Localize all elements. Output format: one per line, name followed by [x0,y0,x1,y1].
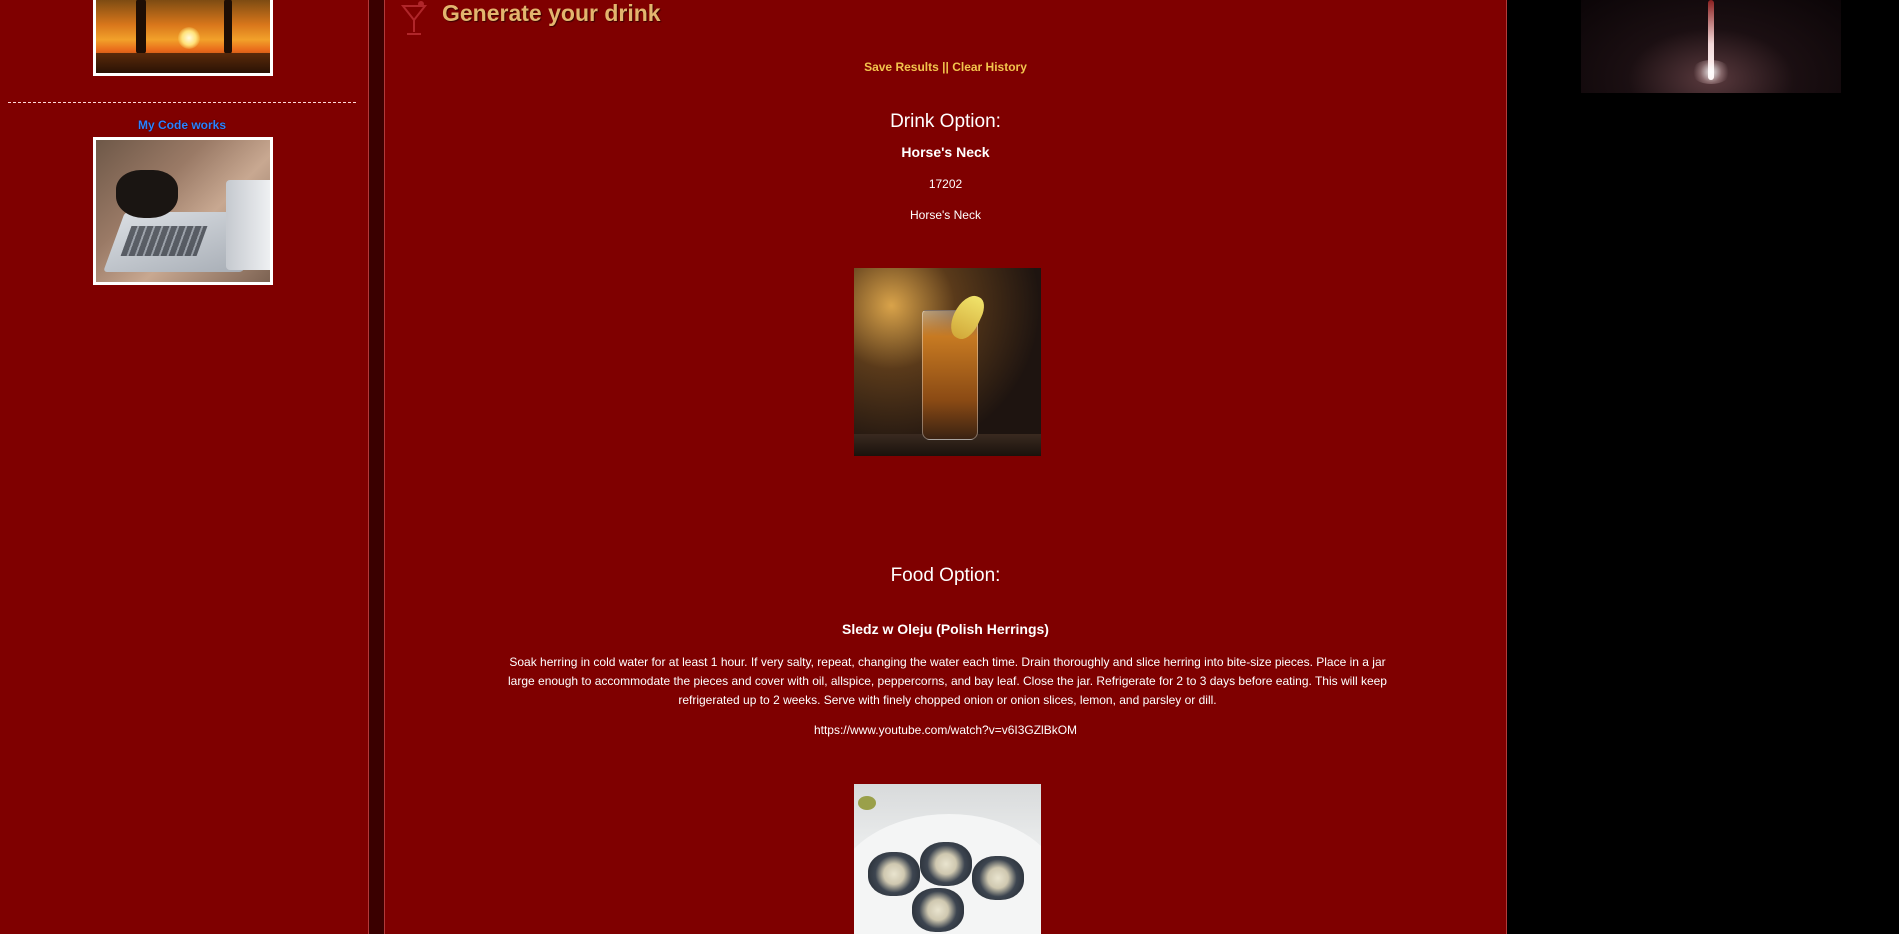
page: My Code works Generate your drink Save R… [0,0,1899,934]
person-silhouette [224,0,232,54]
herring-roll-graphic [972,856,1024,900]
main-panel: Generate your drink Save Results || Clea… [384,0,1507,934]
food-name: Sledz w Oleju (Polish Herrings) [842,621,1049,637]
sunset-thumbnail[interactable] [93,0,273,76]
herring-roll-graphic [920,842,972,886]
code-works-caption[interactable]: My Code works [0,118,364,132]
cocktail-glass-icon [400,1,428,35]
clear-history-link[interactable]: Clear History [952,60,1027,74]
sun-graphic [178,27,200,49]
drink-id: 17202 [928,177,963,191]
herring-roll-graphic [868,852,920,896]
light-glow-graphic [1691,60,1731,84]
herring-roll-graphic [912,888,964,932]
person-silhouette [136,0,146,54]
sidebar-gutter [369,0,384,934]
keyboard-graphic [120,226,208,256]
cat-laptop-thumbnail[interactable] [93,137,273,285]
food-section-heading: Food Option: [890,565,1001,586]
actions-separator: || [942,60,949,74]
decorative-light-image [1581,0,1841,93]
food-video-link[interactable]: https://www.youtube.com/watch?v=v6I3GZlB… [385,723,1506,737]
drink-name-secondary: Horse's Neck [910,208,981,222]
save-results-link[interactable]: Save Results [864,60,939,74]
page-title: Generate your drink [442,0,661,26]
food-photo [854,784,1041,934]
sidebar-divider [8,102,356,103]
food-instructions: Soak herring in cold water for at least … [508,655,1387,707]
olive-graphic [858,796,876,810]
horizon-graphic [96,53,270,73]
black-cat-graphic [116,170,178,218]
results-actions: Save Results || Clear History [385,60,1506,74]
left-sidebar: My Code works [0,0,369,934]
drink-name: Horse's Neck [901,144,990,160]
drink-photo [854,268,1041,456]
laptop-lid-graphic [226,180,270,270]
drink-section-heading: Drink Option: [890,111,1001,132]
